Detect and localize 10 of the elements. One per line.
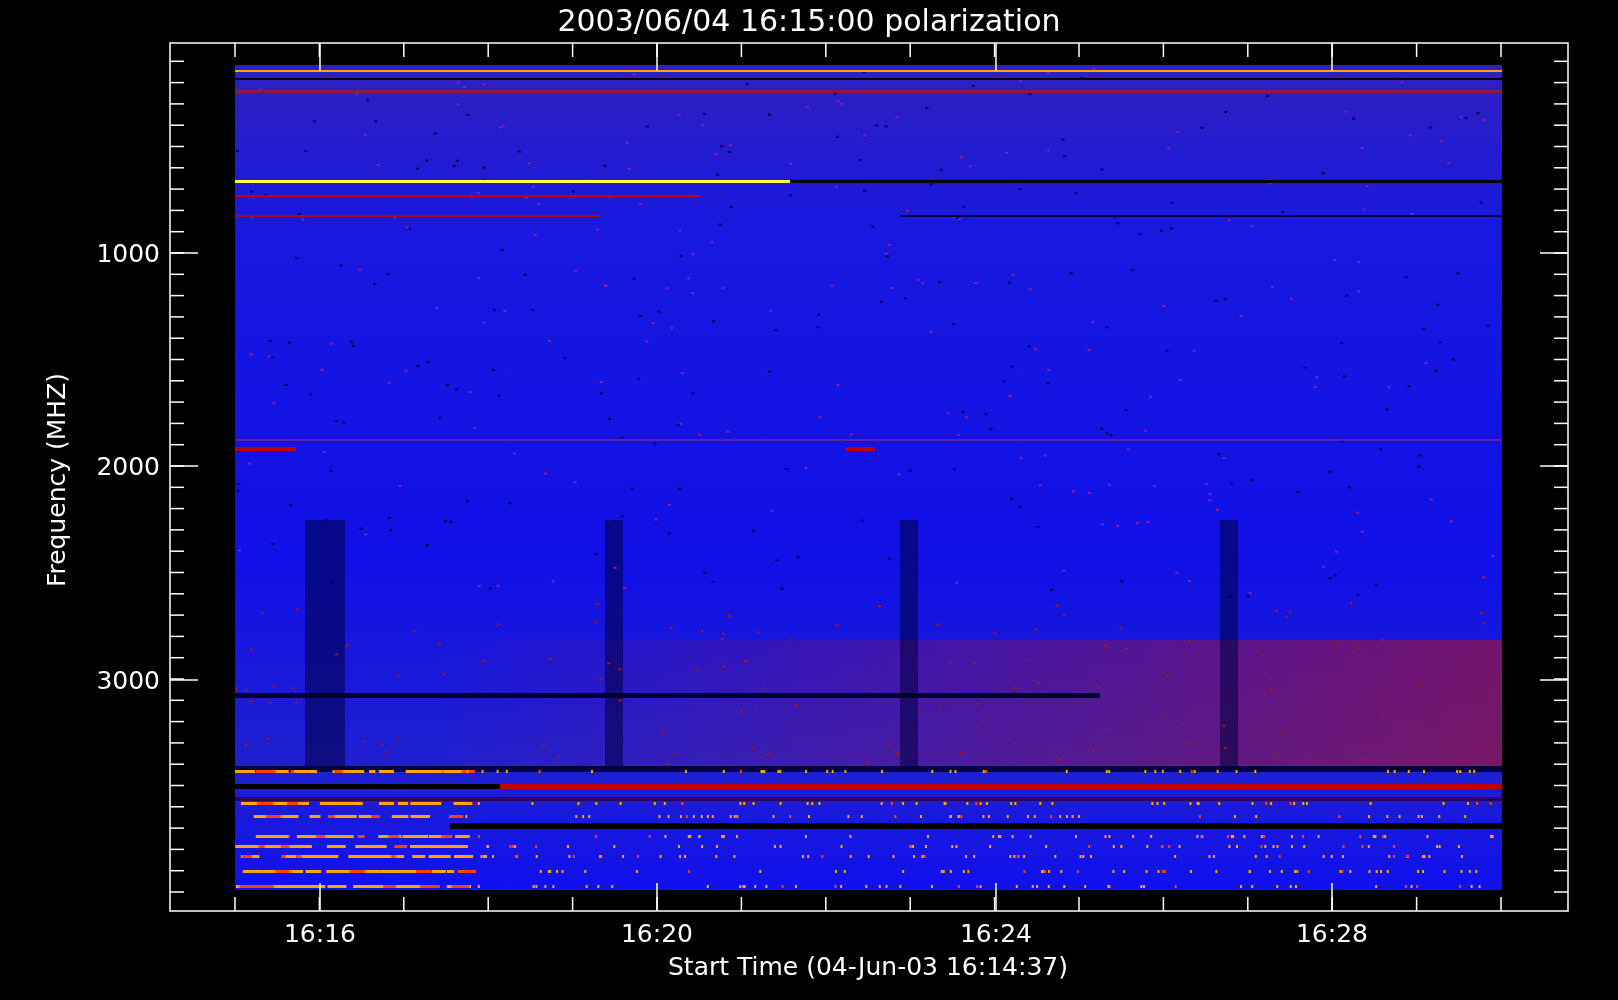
axis-label: Frequency (MHZ) [42, 372, 71, 588]
tick-label: 1000 [96, 239, 160, 268]
tick-label: 16:24 [960, 919, 1032, 948]
tick-label: 3000 [96, 666, 160, 695]
tick-label: 16:28 [1296, 919, 1368, 948]
axis-label: Start Time (04-Jun-03 16:14:37) [668, 952, 1068, 981]
tick-label: 2000 [96, 452, 160, 481]
tick-label: 16:20 [621, 919, 693, 948]
tick-label: 16:16 [284, 919, 356, 948]
plot-title: 2003/06/04 16:15:00 polarization [557, 3, 1061, 38]
